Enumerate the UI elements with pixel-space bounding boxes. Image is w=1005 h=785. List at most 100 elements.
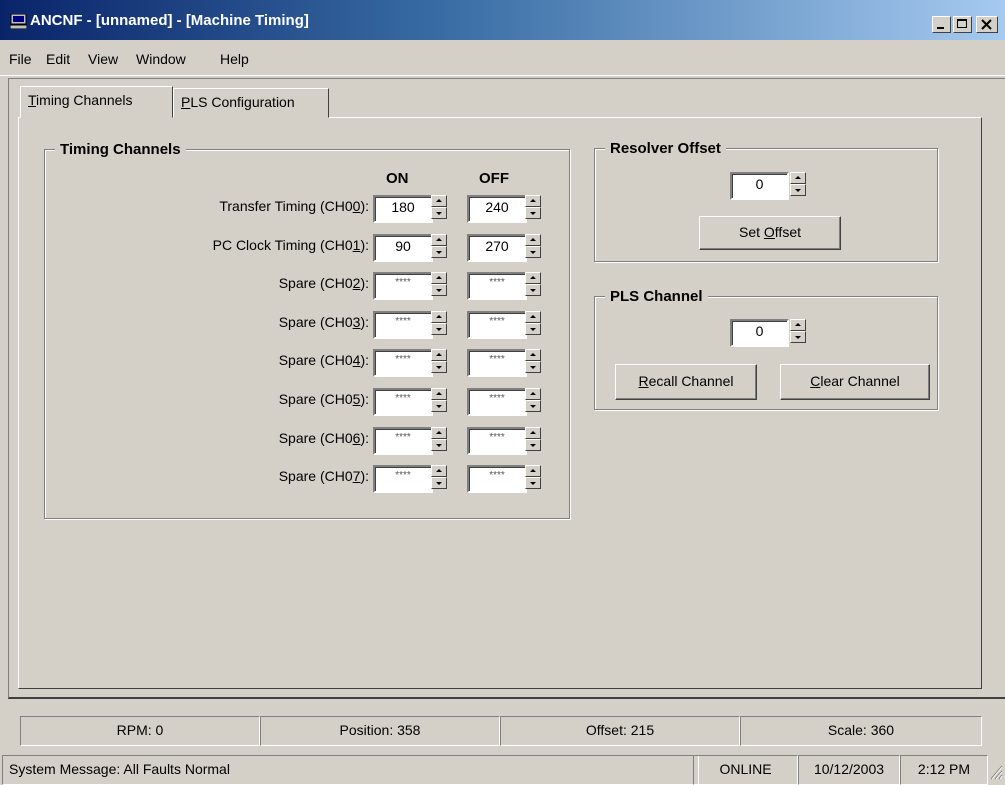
spin-up-arrow-icon[interactable] (431, 427, 447, 439)
label-text: ): (360, 430, 369, 446)
menu-view[interactable]: View (88, 51, 118, 67)
channel-label: Spare (CH06): (19, 430, 369, 446)
maximize-button[interactable] (953, 16, 972, 33)
spin-down-arrow-icon[interactable] (525, 284, 541, 296)
channel-on-spinner[interactable] (431, 311, 447, 335)
spin-up-arrow-icon[interactable] (431, 388, 447, 400)
spin-up-arrow-icon[interactable] (525, 465, 541, 477)
spin-down-arrow-icon[interactable] (525, 246, 541, 258)
channel-on-field[interactable]: **** (373, 427, 433, 455)
spin-down-arrow-icon[interactable] (525, 323, 541, 335)
channel-off-spinner[interactable] (525, 349, 541, 373)
spin-up-arrow-icon[interactable] (431, 195, 447, 207)
spin-up-arrow-icon[interactable] (790, 319, 806, 331)
tab-label-key: P (181, 94, 191, 110)
spin-down-arrow-icon[interactable] (790, 184, 806, 196)
channel-off-field[interactable]: 240 (467, 195, 527, 223)
spin-up-arrow-icon[interactable] (431, 465, 447, 477)
spin-down-arrow-icon[interactable] (525, 439, 541, 451)
spin-down-arrow-icon[interactable] (525, 361, 541, 373)
terminal-icon (10, 14, 27, 29)
channel-on-spinner[interactable] (431, 195, 447, 219)
spin-up-arrow-icon[interactable] (525, 349, 541, 361)
spin-up-arrow-icon[interactable] (431, 349, 447, 361)
close-button[interactable] (976, 16, 998, 33)
button-label-key: R (638, 373, 649, 389)
channel-off-field[interactable]: **** (467, 311, 527, 339)
pls-channel-field[interactable]: 0 (730, 319, 789, 347)
recall-channel-button[interactable]: Recall Channel (615, 364, 757, 400)
tab-pls-configuration[interactable]: PLS Configuration (173, 88, 329, 118)
channel-on-spinner[interactable] (431, 465, 447, 489)
channel-on-field[interactable]: 90 (373, 234, 433, 262)
channel-on-field[interactable]: **** (373, 272, 433, 300)
menu-window[interactable]: Window (136, 51, 186, 67)
label-text: ): (360, 468, 369, 484)
channel-on-spinner[interactable] (431, 427, 447, 451)
channel-off-field[interactable]: **** (467, 465, 527, 493)
channel-off-spinner[interactable] (525, 234, 541, 258)
pls-channel-group: PLS Channel 0 Recall Channel Clear Chann… (594, 288, 938, 410)
spin-down-arrow-icon[interactable] (431, 246, 447, 258)
spin-up-arrow-icon[interactable] (525, 195, 541, 207)
spin-down-arrow-icon[interactable] (431, 361, 447, 373)
menu-help[interactable]: Help (220, 51, 249, 67)
spin-down-arrow-icon[interactable] (431, 284, 447, 296)
label-text: Spare (CH0 (278, 314, 353, 330)
button-label: Set (739, 224, 764, 240)
channel-off-field[interactable]: **** (467, 427, 527, 455)
menu-edit[interactable]: Edit (46, 51, 70, 67)
channel-on-field[interactable]: **** (373, 465, 433, 493)
spin-up-arrow-icon[interactable] (431, 272, 447, 284)
spin-up-arrow-icon[interactable] (525, 272, 541, 284)
menu-file[interactable]: File (9, 51, 32, 67)
spin-down-arrow-icon[interactable] (431, 323, 447, 335)
spin-down-arrow-icon[interactable] (525, 400, 541, 412)
channel-off-field[interactable]: 270 (467, 234, 527, 262)
resolver-offset-spinner[interactable] (790, 172, 806, 196)
channel-on-spinner[interactable] (431, 272, 447, 296)
channel-off-field[interactable]: **** (467, 272, 527, 300)
maximize-icon (957, 19, 967, 28)
tab-timing-channels[interactable]: Timing Channels (20, 86, 173, 118)
scale-readout: Scale: 360 (740, 716, 982, 746)
spin-up-arrow-icon[interactable] (790, 172, 806, 184)
spin-up-arrow-icon[interactable] (431, 311, 447, 323)
channel-off-spinner[interactable] (525, 272, 541, 296)
channel-off-spinner[interactable] (525, 465, 541, 489)
tab-label-key: T (28, 92, 37, 108)
spin-up-arrow-icon[interactable] (525, 311, 541, 323)
channel-on-field[interactable]: **** (373, 388, 433, 416)
spin-down-arrow-icon[interactable] (431, 439, 447, 451)
resolver-offset-field[interactable]: 0 (730, 172, 789, 200)
spin-down-arrow-icon[interactable] (431, 207, 447, 219)
channel-on-spinner[interactable] (431, 388, 447, 412)
channel-on-spinner[interactable] (431, 349, 447, 373)
channel-off-spinner[interactable] (525, 427, 541, 451)
spin-down-arrow-icon[interactable] (431, 477, 447, 489)
spin-up-arrow-icon[interactable] (431, 234, 447, 246)
clear-channel-button[interactable]: Clear Channel (780, 364, 930, 400)
channel-on-spinner[interactable] (431, 234, 447, 258)
resize-grip-icon[interactable] (987, 762, 1003, 780)
set-offset-button[interactable]: Set Offset (699, 216, 841, 250)
channel-off-spinner[interactable] (525, 195, 541, 219)
spin-down-arrow-icon[interactable] (525, 207, 541, 219)
channel-on-field[interactable]: **** (373, 311, 433, 339)
channel-off-field[interactable]: **** (467, 349, 527, 377)
channel-on-field[interactable]: **** (373, 349, 433, 377)
spin-down-arrow-icon[interactable] (525, 477, 541, 489)
spin-up-arrow-icon[interactable] (525, 234, 541, 246)
minimize-button[interactable] (932, 16, 951, 33)
label-text: Spare (CH0 (278, 430, 353, 446)
channel-off-spinner[interactable] (525, 388, 541, 412)
channel-off-field[interactable]: **** (467, 388, 527, 416)
channel-label: Spare (CH02): (19, 275, 369, 291)
channel-on-field[interactable]: 180 (373, 195, 433, 223)
channel-off-spinner[interactable] (525, 311, 541, 335)
spin-down-arrow-icon[interactable] (431, 400, 447, 412)
spin-up-arrow-icon[interactable] (525, 388, 541, 400)
spin-up-arrow-icon[interactable] (525, 427, 541, 439)
spin-down-arrow-icon[interactable] (790, 331, 806, 343)
pls-channel-spinner[interactable] (790, 319, 806, 343)
